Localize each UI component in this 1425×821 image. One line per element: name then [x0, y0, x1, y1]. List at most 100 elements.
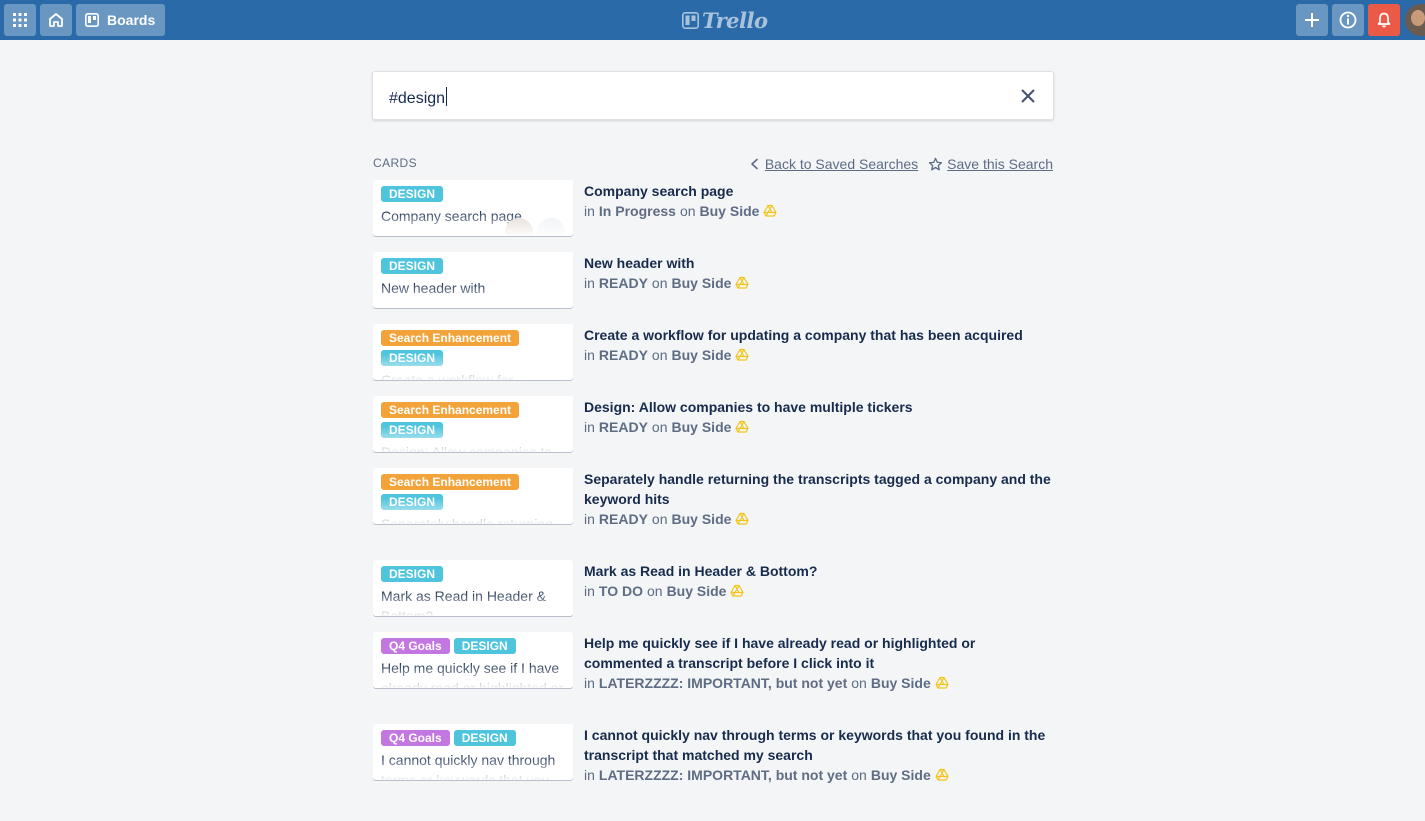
result-title[interactable]: Separately handle returning the transcri… [584, 469, 1054, 509]
chevron-left-icon [751, 158, 758, 170]
back-to-saved-searches-link[interactable]: Back to Saved Searches [749, 156, 918, 172]
result-meta: in READY on Buy Side [584, 345, 1054, 365]
result-list-name[interactable]: READY [599, 273, 648, 293]
top-bar: Boards Trello [0, 0, 1425, 40]
meta-in: in [584, 583, 595, 599]
card-preview-title: Help me quickly see if I have already re… [381, 660, 564, 688]
result-board-name[interactable]: Buy Side [672, 345, 732, 365]
boards-label: Boards [107, 12, 156, 28]
card-label: DESIGN [453, 730, 516, 746]
meta-in: in [584, 419, 595, 435]
card-labels: DESIGN [381, 186, 567, 202]
card-label: DESIGN [381, 258, 444, 274]
result-meta: in LATERZZZZ: IMPORTANT, but not yet on Buy… [584, 765, 1054, 785]
search-result: DESIGN Company search page Company search … [372, 180, 1054, 252]
result-info: Help me quickly see if I have already re… [584, 633, 1054, 693]
trello-logo-icon [682, 11, 699, 29]
result-list-name[interactable]: TO DO [599, 581, 643, 601]
notifications-button[interactable] [1368, 4, 1400, 36]
result-info: Company search page in In Progress on Buy Si… [584, 181, 1054, 221]
result-list-name[interactable]: READY [599, 345, 648, 365]
result-list-name[interactable]: LATERZZZZ: IMPORTANT, but not yet [599, 673, 847, 693]
meta-on: on [851, 675, 867, 691]
boards-button[interactable]: Boards [76, 4, 165, 36]
card-preview-title: Create a workflow for [381, 372, 514, 380]
logo-text: Trello [702, 7, 768, 33]
create-button[interactable] [1296, 4, 1328, 36]
result-title[interactable]: Design: Allow companies to have multiple… [584, 397, 1054, 417]
result-title[interactable]: I cannot quickly nav through terms or ke… [584, 725, 1054, 765]
search-result: Q4 Goals DESIGN I cannot quickly nav throu… [372, 724, 1054, 816]
card-labels: Q4 Goals DESIGN [381, 638, 567, 654]
text-caret [446, 87, 448, 106]
google-drive-icon [735, 512, 750, 525]
result-title[interactable]: Mark as Read in Header & Bottom? [584, 561, 1054, 581]
result-meta: in In Progress on Buy Side [584, 201, 1054, 221]
card-label: Q4 Goals [381, 730, 450, 746]
meta-on: on [646, 583, 663, 599]
result-board-name[interactable]: Buy Side [871, 673, 931, 693]
save-search-link[interactable]: Save this Search [928, 156, 1053, 172]
card-label: DESIGN [381, 186, 444, 202]
card-members [505, 218, 565, 236]
result-meta: in READY on Buy Side [584, 273, 1054, 293]
meta-on: on [651, 347, 668, 363]
card-preview[interactable]: Search Enhancement DESIGN Create a workflo… [373, 324, 573, 380]
apps-icon [13, 13, 27, 27]
result-board-name[interactable]: Buy Side [672, 273, 732, 293]
result-info: Separately handle returning the transcri… [584, 469, 1054, 529]
card-labels: Search Enhancement DESIGN [381, 474, 567, 510]
card-labels: DESIGN [381, 258, 567, 274]
search-value[interactable]: #design [389, 87, 448, 108]
card-preview[interactable]: DESIGN New header with [373, 252, 573, 308]
result-list-name[interactable]: LATERZZZZ: IMPORTANT, but not yet [599, 765, 847, 785]
result-board-name[interactable]: Buy Side [672, 509, 732, 529]
card-label: Search Enhancement [381, 330, 520, 346]
card-preview[interactable]: Search Enhancement DESIGN Separately handl… [373, 468, 573, 524]
card-preview[interactable]: Q4 Goals DESIGN I cannot quickly nav throu… [373, 724, 573, 780]
search-result: Search Enhancement DESIGN Design: Allow co… [372, 396, 1054, 468]
card-preview[interactable]: DESIGN Company search page [373, 180, 573, 236]
result-list-name[interactable]: READY [599, 417, 648, 437]
avatar[interactable] [1405, 4, 1425, 36]
result-board-name[interactable]: Buy Side [700, 201, 760, 221]
info-button[interactable] [1332, 4, 1364, 36]
result-title[interactable]: Company search page [584, 181, 1054, 201]
card-preview[interactable]: Q4 Goals DESIGN Help me quickly see if I h… [373, 632, 573, 688]
meta-in: in [584, 675, 595, 691]
meta-in: in [584, 275, 595, 291]
google-drive-icon [735, 276, 750, 289]
result-board-name[interactable]: Buy Side [672, 417, 732, 437]
card-label: DESIGN [381, 422, 444, 438]
member-avatar [505, 218, 533, 236]
search-input[interactable]: #design [372, 71, 1054, 120]
meta-on: on [679, 203, 696, 219]
apps-button[interactable] [4, 4, 36, 36]
trello-logo[interactable]: Trello [682, 7, 768, 33]
card-preview-title: Separately handle returning the transcri… [381, 516, 554, 524]
card-label: Q4 Goals [381, 638, 450, 654]
google-drive-icon [763, 204, 778, 217]
card-label: DESIGN [453, 638, 516, 654]
meta-on: on [651, 275, 668, 291]
result-info: Create a workflow for updating a company… [584, 325, 1054, 365]
home-button[interactable] [40, 4, 72, 36]
star-icon [929, 157, 943, 170]
result-title[interactable]: Help me quickly see if I have already re… [584, 633, 1054, 673]
result-list-name[interactable]: READY [599, 509, 648, 529]
search-result: DESIGN New header with New header with in RE… [372, 252, 1054, 324]
meta-in: in [584, 511, 595, 527]
result-board-name[interactable]: Buy Side [667, 581, 727, 601]
result-list-name[interactable]: In Progress [599, 201, 676, 221]
result-title[interactable]: New header with [584, 253, 1054, 273]
result-info: I cannot quickly nav through terms or ke… [584, 725, 1054, 785]
card-preview[interactable]: DESIGN Mark as Read in Header & Bottom? [373, 560, 573, 616]
google-drive-icon [730, 584, 745, 597]
result-board-name[interactable]: Buy Side [871, 765, 931, 785]
meta-in: in [584, 203, 595, 219]
card-preview[interactable]: Search Enhancement DESIGN Design: Allow co… [373, 396, 573, 452]
close-icon[interactable] [1019, 87, 1037, 105]
google-drive-icon [735, 420, 750, 433]
result-title[interactable]: Create a workflow for updating a company… [584, 325, 1054, 345]
google-drive-icon [735, 348, 750, 361]
